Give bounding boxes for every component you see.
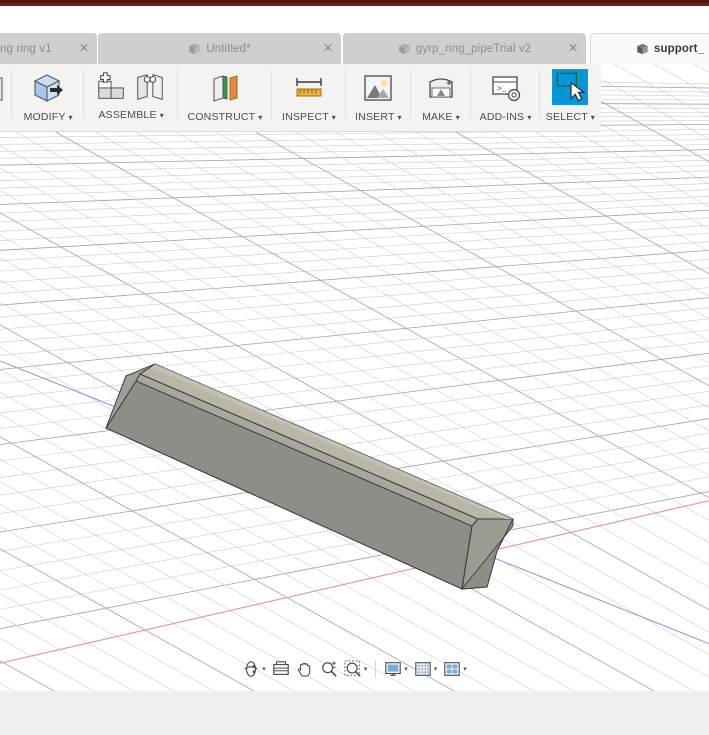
document-tab-label: Untitled*: [206, 42, 251, 55]
chrome-gap: [0, 6, 709, 33]
chevron-down-icon[interactable]: ▾: [332, 113, 336, 122]
toolbar-group-label: SELECT ▾: [546, 111, 595, 123]
select-icon: [552, 69, 589, 105]
toolbar-group-make[interactable]: MAKE ▾: [411, 64, 472, 130]
joint-icon: [137, 74, 164, 100]
toolbar-group-label: MODIFY ▾: [24, 111, 73, 123]
navbar-item-zoom[interactable]: [317, 657, 341, 681]
navbar-item-orbit[interactable]: ▾: [239, 657, 269, 681]
navbar-item-display-settings[interactable]: ▾: [381, 657, 411, 681]
view-navigation-bar[interactable]: ▾ ▾ ▾ ▾ ▾: [0, 655, 709, 683]
document-tab-bar[interactable]: ing ring v1 ✕ Untitled* ✕ gyrp_ring_pipe…: [0, 33, 709, 64]
design-viewport[interactable]: [0, 64, 709, 691]
make-icon: [429, 78, 453, 98]
toolbar-group-label: INSERT ▾: [355, 111, 402, 123]
browser-chrome-top-shadow: [0, 0, 709, 3]
toolbar-group-assemble[interactable]: ASSEMBLE ▾: [84, 64, 179, 130]
chevron-down-icon[interactable]: ▾: [69, 113, 73, 122]
tab-close-icon[interactable]: ✕: [567, 42, 579, 54]
document-tab-label: ing ring v1: [0, 42, 52, 55]
toolbar-group-label: MAKE ▾: [422, 111, 460, 123]
chevron-down-icon[interactable]: ▾: [463, 665, 467, 673]
toolbar-label-text: SELECT: [545, 111, 588, 123]
viewports-icon: [444, 662, 461, 676]
document-tab-label: gyrp_ring_pipeTrial v2: [415, 42, 532, 55]
cube-icon: [189, 43, 201, 54]
toolbar-group-modify[interactable]: MODIFY ▾: [12, 64, 85, 130]
toolbar-group-inspect[interactable]: INSPECT ▾: [272, 64, 347, 130]
toolbar-group-addins[interactable]: >_ ADD-INS ▾: [471, 64, 540, 130]
navbar-item-look-at[interactable]: [269, 657, 293, 681]
navbar-item-zoom-window[interactable]: ▾: [341, 657, 371, 681]
toolbar-label-text: INSPECT: [281, 111, 329, 123]
toolbar-label-text: MAKE: [422, 111, 453, 123]
toolbar-group-select[interactable]: SELECT ▾: [540, 64, 601, 130]
navbar-inner: ▾ ▾ ▾ ▾ ▾: [233, 656, 476, 682]
chevron-down-icon[interactable]: ▾: [527, 113, 531, 122]
look-at-icon: [272, 661, 289, 675]
chevron-down-icon[interactable]: ▾: [364, 665, 368, 673]
display-monitor-icon: [385, 662, 402, 676]
cube-icon: [637, 43, 648, 55]
fusion360-window: ing ring v1 ✕ Untitled* ✕ gyrp_ring_pipe…: [0, 0, 709, 735]
assemble-icon: [98, 72, 125, 99]
chevron-down-icon[interactable]: ▾: [262, 665, 266, 673]
insert-icon: [364, 75, 393, 101]
navbar-item-viewports[interactable]: ▾: [440, 657, 470, 681]
cube-icon: [398, 43, 410, 54]
tab-close-icon[interactable]: ✕: [78, 42, 90, 54]
addins-icon: >_: [491, 76, 520, 102]
navbar-separator: [375, 660, 377, 678]
toolbar-label-text: CONSTRUCT: [187, 111, 256, 123]
document-tab-1[interactable]: Untitled* ✕: [98, 33, 341, 64]
orbit-icon: [244, 661, 258, 677]
toolbar-group-label: CONSTRUCT ▾: [188, 111, 263, 123]
toolbar-label-text: MODIFY: [23, 111, 66, 123]
navbar-item-grid-and-snaps[interactable]: ▾: [411, 657, 441, 681]
construct-icon: [213, 75, 238, 102]
navbar-item-pan[interactable]: [293, 657, 317, 681]
svg-text:>_: >_: [497, 85, 507, 94]
chevron-down-icon[interactable]: ▾: [434, 665, 438, 673]
document-tab-3-active[interactable]: support_: [590, 33, 709, 64]
toolbar-group-label: ASSEMBLE ▾: [98, 109, 164, 121]
toolbar-group-construct[interactable]: CONSTRUCT ▾: [178, 64, 272, 130]
zoom-window-icon: [344, 660, 361, 677]
toolbar-group-cutoff[interactable]: [0, 64, 12, 130]
toolbar-label-text: INSERT: [355, 111, 395, 123]
toolbar-group-label: ADD-INS ▾: [480, 111, 532, 123]
chevron-down-icon[interactable]: ▾: [258, 113, 262, 122]
chevron-down-icon[interactable]: ▾: [160, 111, 164, 120]
toolbar-group-insert[interactable]: INSERT ▾: [346, 64, 411, 130]
tab-close-icon[interactable]: ✕: [322, 42, 334, 54]
browser-chrome-bottom: [0, 691, 709, 735]
toolbar-label-text: ADD-INS: [479, 111, 525, 123]
chevron-down-icon[interactable]: ▾: [456, 113, 460, 122]
grid-icon: [414, 662, 431, 676]
chevron-down-icon[interactable]: ▾: [404, 665, 408, 673]
chevron-down-icon[interactable]: ▾: [591, 113, 595, 122]
viewport-grid: [0, 64, 709, 691]
partial-icon: [0, 77, 3, 101]
document-tab-0[interactable]: ing ring v1 ✕: [0, 33, 97, 64]
document-tab-2[interactable]: gyrp_ring_pipeTrial v2 ✕: [343, 33, 586, 64]
chevron-down-icon[interactable]: ▾: [398, 113, 402, 122]
modify-icon: [33, 74, 64, 102]
zoom-icon: [321, 661, 337, 677]
document-tab-label: support_: [654, 43, 704, 55]
toolbar-label-text: ASSEMBLE: [98, 109, 157, 121]
toolbar-group-label: INSPECT ▾: [282, 111, 336, 123]
pan-hand-icon: [297, 662, 310, 677]
inspect-icon: [296, 78, 322, 97]
main-toolbar[interactable]: MODIFY ▾ ASSEMBLE ▾ CONSTRUCT ▾ INSPECT …: [0, 64, 601, 132]
